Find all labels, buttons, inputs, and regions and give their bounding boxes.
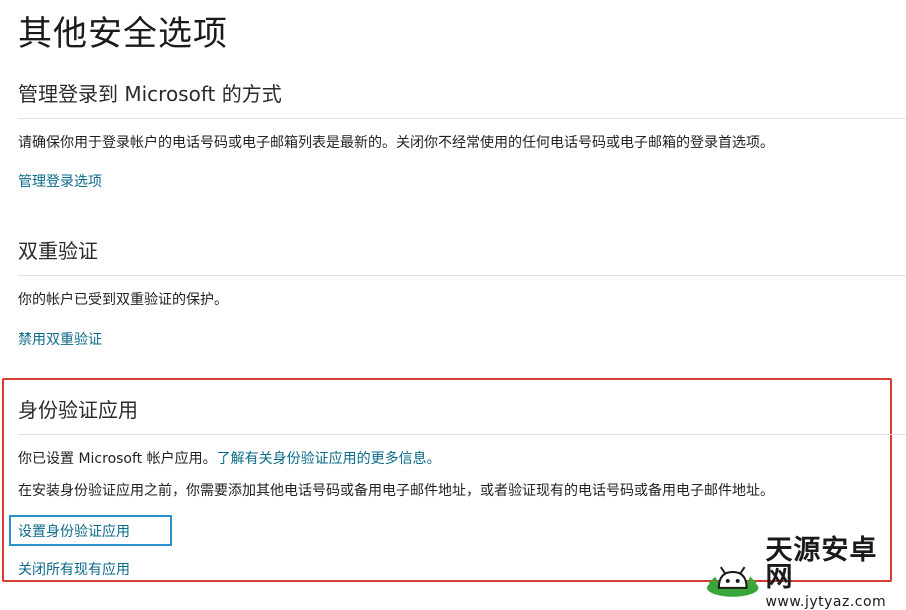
learn-more-authenticator-link[interactable]: 了解有关身份验证应用的更多信息。 (217, 451, 441, 467)
signin-section-title: 管理登录到 Microsoft 的方式 (18, 82, 282, 106)
watermark-name: 天源安卓网 (765, 535, 878, 593)
turn-off-existing-apps-link[interactable]: 关闭所有现有应用 (18, 560, 130, 580)
two-step-description: 你的帐户已受到双重验证的保护。 (18, 292, 228, 308)
authenticator-note: 在安装身份验证应用之前，你需要添加其他电话号码或备用电子邮件地址，或者验证现有的… (18, 483, 774, 499)
disable-two-step-link[interactable]: 禁用双重验证 (18, 330, 102, 350)
two-step-divider (18, 275, 906, 276)
setup-authenticator-button[interactable]: 设置身份验证应用 (9, 515, 172, 546)
manage-signin-options-link[interactable]: 管理登录选项 (18, 172, 102, 192)
authenticator-section-title: 身份验证应用 (18, 398, 138, 422)
signin-description: 请确保你用于登录帐户的电话号码或电子邮箱列表是最新的。关闭你不经常使用的任何电话… (18, 135, 774, 151)
authenticator-status: 你已设置 Microsoft 帐户应用。了解有关身份验证应用的更多信息。 (18, 449, 441, 469)
authenticator-status-text: 你已设置 Microsoft 帐户应用。 (18, 451, 217, 467)
android-robot-icon (706, 566, 759, 597)
authenticator-divider (18, 434, 906, 435)
watermark-text: 天源安卓网 www.jytyaz.com (765, 537, 904, 609)
two-step-section-title: 双重验证 (18, 239, 98, 263)
watermark: 天源安卓网 www.jytyaz.com (706, 537, 904, 609)
signin-divider (18, 118, 906, 119)
watermark-url: www.jytyaz.com (765, 594, 887, 610)
page-title: 其他安全选项 (18, 14, 228, 54)
